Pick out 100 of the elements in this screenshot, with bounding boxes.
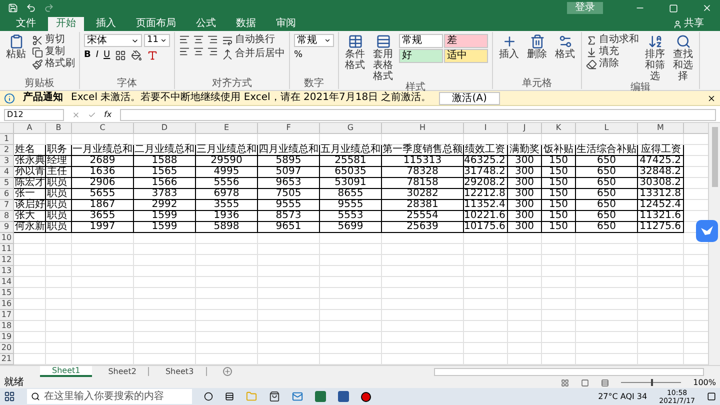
cut-button[interactable]: 剪切	[32, 34, 75, 46]
notification-icon[interactable]	[707, 392, 716, 401]
column-header[interactable]: I	[464, 123, 508, 133]
ribbon-tab[interactable]: 页面布局	[128, 17, 184, 31]
mail-icon[interactable]	[292, 391, 303, 402]
row-header[interactable]: 16	[0, 299, 14, 310]
ribbon-tab[interactable]: 数据	[228, 17, 264, 31]
function-button[interactable]: fx	[104, 110, 112, 120]
copy-button[interactable]: 复制	[32, 46, 75, 58]
column-header[interactable]: M	[638, 123, 684, 133]
cortana-icon[interactable]	[204, 392, 213, 401]
font-size-select[interactable]: 11	[144, 34, 170, 47]
merge-center-button[interactable]: 合并后居中	[222, 48, 285, 60]
clear-button[interactable]: 清除	[586, 58, 639, 70]
task-view-icon[interactable]	[225, 392, 234, 401]
row-header[interactable]: 1	[0, 134, 14, 145]
sheet-tab[interactable]: Sheet3	[153, 367, 207, 376]
row-header[interactable]: 21	[0, 354, 14, 365]
cell-style[interactable]: 好	[399, 49, 443, 63]
maximize-icon[interactable]	[669, 4, 678, 12]
align-left-icon[interactable]	[179, 46, 190, 57]
row-header[interactable]: 15	[0, 288, 14, 299]
cell-style[interactable]: 常规	[399, 34, 443, 48]
italic-button[interactable]: I	[96, 50, 99, 61]
fill-color-icon[interactable]	[131, 50, 142, 61]
enter-icon[interactable]	[88, 111, 96, 119]
column-header[interactable]: J	[508, 123, 542, 133]
row-header[interactable]: 5	[0, 178, 14, 189]
insert-button[interactable]: 插入	[497, 34, 521, 60]
cell-style[interactable]: 差	[444, 34, 488, 48]
page-layout-icon[interactable]	[581, 378, 590, 386]
row-header[interactable]: 2	[0, 145, 14, 156]
row-header[interactable]: 6	[0, 189, 14, 200]
row-header[interactable]: 19	[0, 332, 14, 343]
bird-icon[interactable]	[696, 220, 718, 242]
row-header[interactable]: 14	[0, 277, 14, 288]
ribbon-tab[interactable]: 插入	[88, 17, 124, 31]
cell-style[interactable]: 适中	[444, 49, 488, 63]
name-box[interactable]: D12	[4, 109, 64, 121]
row-header[interactable]: 7	[0, 200, 14, 211]
column-header[interactable]: D	[134, 123, 196, 133]
horizontal-scrollbar[interactable]	[434, 368, 704, 376]
row-header[interactable]: 10	[0, 233, 14, 244]
add-sheet-icon[interactable]	[222, 367, 232, 376]
ribbon-tab[interactable]: 文件	[8, 17, 44, 31]
search-field[interactable]: 在这里输入你要搜索的内容	[27, 389, 192, 404]
row-header[interactable]: 11	[0, 244, 14, 255]
share-button[interactable]: 共享	[673, 17, 712, 31]
page-break-icon[interactable]	[601, 378, 610, 386]
normal-view-icon[interactable]	[561, 378, 570, 386]
fill-button[interactable]: 填充	[586, 46, 639, 58]
align-left-icon[interactable]	[179, 34, 190, 45]
font-color-icon[interactable]	[147, 50, 158, 61]
column-header[interactable]: F	[258, 123, 320, 133]
underline-button[interactable]: U	[104, 50, 110, 61]
store-icon[interactable]	[269, 391, 280, 402]
autosum-button[interactable]: 自动求和	[586, 34, 639, 46]
row-header[interactable]: 18	[0, 321, 14, 332]
column-header[interactable]: G	[320, 123, 382, 133]
paste-button[interactable]: 粘贴	[4, 34, 28, 60]
align-right-icon[interactable]	[207, 34, 218, 45]
ribbon-tab[interactable]: 审阅	[268, 17, 304, 31]
align-center-icon[interactable]	[193, 34, 204, 45]
column-header[interactable]: B	[46, 123, 72, 133]
border-icon[interactable]	[115, 50, 126, 61]
column-header[interactable]: C	[72, 123, 134, 133]
row-header[interactable]: 20	[0, 343, 14, 354]
bold-button[interactable]: B	[84, 50, 91, 61]
ribbon-tab[interactable]: 开始	[48, 17, 84, 31]
find-select-button[interactable]: 查找和选择	[671, 34, 695, 82]
close-icon[interactable]	[707, 94, 716, 102]
row-header[interactable]: 3	[0, 156, 14, 167]
zoom-thumb[interactable]	[651, 379, 654, 386]
wrap-text-button[interactable]: 自动换行	[222, 34, 285, 46]
column-header[interactable]: E	[196, 123, 258, 133]
number-format-select[interactable]: 常规	[294, 34, 334, 47]
align-center-icon[interactable]	[193, 46, 204, 57]
column-header[interactable]: H	[382, 123, 464, 133]
row-header[interactable]: 8	[0, 211, 14, 222]
ribbon-tab[interactable]: 公式	[188, 17, 224, 31]
start-icon[interactable]	[4, 391, 15, 402]
sort-filter-button[interactable]: 排序和筛选	[643, 34, 667, 82]
table-format-button[interactable]: 套用表格格式	[371, 34, 395, 82]
word-icon[interactable]	[338, 391, 349, 402]
cancel-icon[interactable]	[72, 111, 80, 119]
column-header[interactable]: A	[14, 123, 46, 133]
percent-button[interactable]: %	[294, 50, 334, 61]
row-header[interactable]: 13	[0, 266, 14, 277]
column-header[interactable]: K	[542, 123, 576, 133]
save-icon[interactable]	[8, 3, 18, 13]
formula-input[interactable]	[120, 109, 716, 121]
format-button[interactable]: 格式	[553, 34, 577, 60]
column-header[interactable]: L	[576, 123, 638, 133]
excel-icon[interactable]	[315, 391, 326, 402]
row-header[interactable]: 17	[0, 310, 14, 321]
undo-icon[interactable]	[26, 3, 36, 13]
activate-button[interactable]: 激活(A)	[439, 92, 500, 104]
row-header[interactable]: 4	[0, 167, 14, 178]
font-family-select[interactable]: 宋体	[84, 34, 142, 47]
row-header[interactable]: 12	[0, 255, 14, 266]
